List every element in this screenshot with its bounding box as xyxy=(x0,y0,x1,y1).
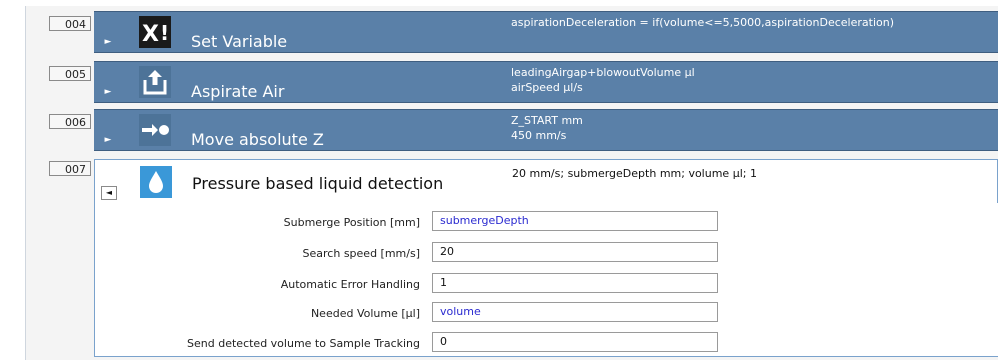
error-handling-input[interactable]: 1 xyxy=(432,273,718,293)
step-row-aspirate-air[interactable]: ► Aspirate Air leadingAirgap+blowoutVolu… xyxy=(94,61,998,103)
param-label-needed-volume: Needed Volume [µl] xyxy=(310,307,420,320)
step-title: Aspirate Air xyxy=(191,82,285,101)
step-detail: aspirationDeceleration = if(volume<=5,50… xyxy=(511,16,895,29)
step-title: Set Variable xyxy=(191,32,288,51)
step-title: Pressure based liquid detection xyxy=(192,174,444,193)
set-variable-icon: X ! xyxy=(139,16,171,48)
step-detail: Z_START mm 450 mm/s xyxy=(511,114,583,142)
step-number: 004 xyxy=(49,16,91,31)
step-row-set-variable[interactable]: ► X ! Set Variable aspirationDeceleratio… xyxy=(94,11,998,53)
collapse-arrow-icon[interactable]: ◄ xyxy=(101,186,117,200)
needed-volume-input[interactable]: volume xyxy=(432,302,718,322)
param-label-search-speed: Search speed [mm/s] xyxy=(302,247,420,260)
step-row-move-absolute-z[interactable]: ► Move absolute Z Z_START mm 450 mm/s xyxy=(94,109,998,151)
droplet-icon xyxy=(140,166,172,198)
step-number: 005 xyxy=(49,66,91,81)
step-parameters-panel: Submerge Position [mm] submergeDepth Sea… xyxy=(94,203,998,357)
step-title: Move absolute Z xyxy=(191,130,324,149)
aspirate-upload-icon xyxy=(139,66,171,98)
step-number: 006 xyxy=(49,114,91,129)
expand-arrow-icon[interactable]: ► xyxy=(100,85,116,99)
send-volume-tracking-input[interactable]: 0 xyxy=(432,332,718,352)
step-row-pressure-liquid-detection[interactable]: ◄ Pressure based liquid detection 20 mm/… xyxy=(94,159,998,204)
param-label-error-handling: Automatic Error Handling xyxy=(280,278,420,291)
svg-text:X: X xyxy=(142,22,159,47)
submerge-position-input[interactable]: submergeDepth xyxy=(432,211,718,231)
step-detail: 20 mm/s; submergeDepth mm; volume µl; 1 xyxy=(512,167,757,180)
search-speed-input[interactable]: 20 xyxy=(432,242,718,262)
param-label-send-volume-tracking: Send detected volume to Sample Tracking xyxy=(187,337,420,350)
expand-arrow-icon[interactable]: ► xyxy=(100,35,116,49)
step-detail: leadingAirgap+blowoutVolume µl airSpeed … xyxy=(511,66,695,94)
step-number: 007 xyxy=(49,161,91,176)
expand-arrow-icon[interactable]: ► xyxy=(100,133,116,147)
param-label-submerge-position: Submerge Position [mm] xyxy=(283,216,420,229)
svg-text:!: ! xyxy=(160,21,169,45)
move-arrow-icon xyxy=(139,114,171,146)
